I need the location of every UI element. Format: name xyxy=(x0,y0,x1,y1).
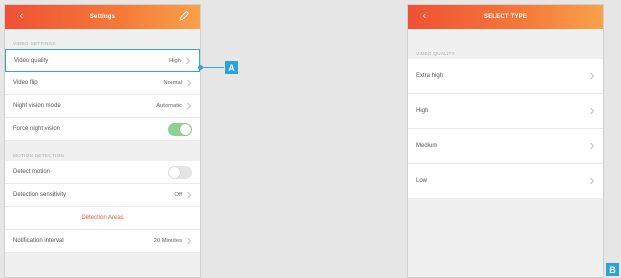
detection-sensitivity-row[interactable]: Detection sensitivity Off xyxy=(5,184,200,207)
chevron-left-icon[interactable]: ‹ xyxy=(19,9,23,23)
page-title: SELECT TYPE xyxy=(483,14,528,20)
page-title: Settings xyxy=(89,14,116,20)
option-label: Medium xyxy=(416,143,438,149)
chevron-right-icon xyxy=(187,102,192,110)
row-label: Detection sensitivity xyxy=(13,192,67,198)
chevron-right-icon xyxy=(187,237,192,245)
detection-areas-link[interactable]: Detection Areas xyxy=(5,207,200,230)
row-value: Off xyxy=(174,192,182,198)
settings-screen: ‹ Settings VIDEO SETTINGS Video quality … xyxy=(4,4,201,278)
chevron-right-icon xyxy=(590,142,595,150)
detect-motion-toggle[interactable] xyxy=(168,165,192,179)
chevron-right-icon xyxy=(186,57,191,64)
chevron-right-icon xyxy=(590,72,595,80)
settings-header: ‹ Settings xyxy=(5,5,200,29)
night-vision-mode-row[interactable]: Night vision mode Automatic xyxy=(5,95,200,118)
motion-detection-section: MOTION DETECTION xyxy=(13,153,64,158)
detect-motion-row: Detect motion xyxy=(5,161,200,184)
option-high[interactable]: High xyxy=(408,94,603,129)
row-label: Notification interval xyxy=(13,238,64,244)
video-settings-section: VIDEO SETTINGS xyxy=(13,41,56,46)
chevron-right-icon xyxy=(590,177,595,185)
select-type-header: ‹ SELECT TYPE xyxy=(408,5,603,29)
select-type-screen: ‹ SELECT TYPE VIDEO QUALITY Extra high H… xyxy=(407,4,604,278)
option-medium[interactable]: Medium xyxy=(408,129,603,164)
notification-interval-row[interactable]: Notification interval 20 Minutes xyxy=(5,230,200,253)
option-extra-high[interactable]: Extra high xyxy=(408,59,603,94)
row-value: Automatic xyxy=(156,103,182,109)
row-label: Detect motion xyxy=(13,169,51,175)
video-quality-row[interactable]: Video quality High xyxy=(5,49,200,72)
row-value: 20 Minutes xyxy=(153,238,182,244)
option-label: Extra high xyxy=(416,73,444,79)
video-flip-row[interactable]: Video flip Normal xyxy=(5,72,200,95)
chevron-right-icon xyxy=(590,107,595,115)
option-low[interactable]: Low xyxy=(408,164,603,199)
chevron-right-icon xyxy=(187,191,192,199)
option-label: High xyxy=(416,108,429,114)
pencil-icon[interactable] xyxy=(178,10,190,22)
callout-line xyxy=(200,67,224,68)
row-label: Night vision mode xyxy=(13,103,61,109)
row-value: High xyxy=(169,57,181,64)
chevron-left-icon[interactable]: ‹ xyxy=(422,9,426,23)
row-label: Video quality xyxy=(14,57,49,64)
video-quality-section: VIDEO QUALITY xyxy=(416,51,456,56)
row-label: Force night vision xyxy=(13,126,61,132)
force-night-vision-row: Force night vision xyxy=(5,118,200,141)
callout-badge-b: B xyxy=(606,263,619,276)
option-label: Low xyxy=(416,178,428,184)
force-night-vision-toggle[interactable] xyxy=(168,122,192,136)
row-value: Normal xyxy=(163,80,182,86)
chevron-right-icon xyxy=(187,79,192,87)
row-label: Video flip xyxy=(13,80,38,86)
callout-badge-a: A xyxy=(225,61,238,74)
